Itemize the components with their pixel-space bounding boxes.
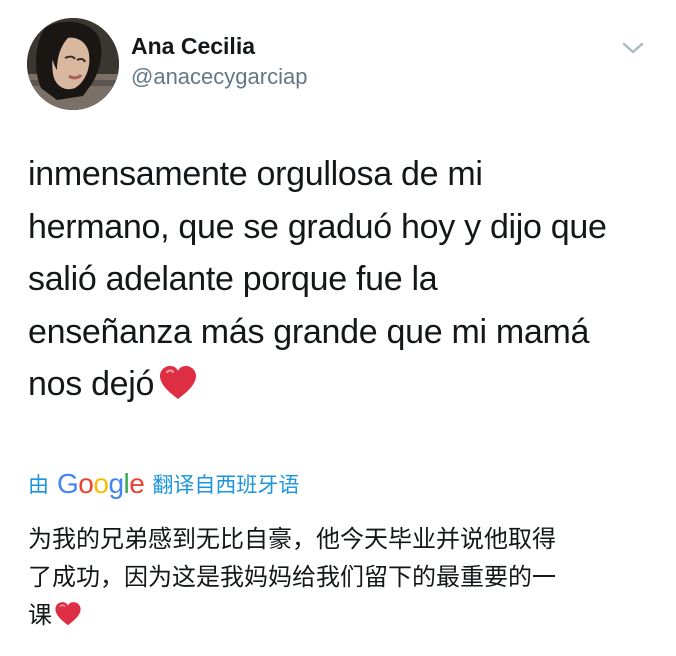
google-letter: o bbox=[93, 468, 109, 499]
avatar[interactable] bbox=[27, 18, 119, 110]
translated-text-fragment: 课 bbox=[28, 601, 52, 629]
user-handle[interactable]: @anacecygarciap bbox=[131, 63, 307, 91]
user-info: Ana Cecilia @anacecygarciap bbox=[131, 32, 307, 91]
tweet-options-button[interactable] bbox=[620, 38, 646, 58]
tweet-text-line-last: nos dejó bbox=[28, 358, 658, 417]
tweet-text: inmensamente orgullosa de mi hermano, qu… bbox=[28, 148, 658, 417]
google-letter: o bbox=[78, 468, 94, 499]
google-logo: Google bbox=[57, 468, 145, 500]
display-name[interactable]: Ana Cecilia bbox=[131, 32, 307, 60]
tweet-text-line: salió adelante porque fue la bbox=[28, 260, 438, 298]
translated-from-label: 翻译自西班牙语 bbox=[152, 473, 300, 497]
tweet-text-fragment: nos dejó bbox=[28, 365, 155, 403]
translate-attribution-link[interactable]: 由 Google 翻译自西班牙语 bbox=[28, 468, 299, 500]
translated-text: 为我的兄弟感到无比自豪，他今天毕业并说他取得 了成功，因为这是我妈妈给我们留下的… bbox=[28, 520, 653, 638]
chevron-down-icon bbox=[622, 42, 644, 54]
tweet-card: Ana Cecilia @anacecygarciap inmensamente… bbox=[0, 0, 676, 656]
translated-by-label: 由 bbox=[28, 473, 49, 497]
google-letter: g bbox=[108, 468, 124, 499]
tweet-text-line: inmensamente orgullosa de mi bbox=[28, 155, 483, 193]
translated-text-line: 了成功，因为这是我妈妈给我们留下的最重要的一 bbox=[28, 563, 556, 591]
red-heart-icon bbox=[158, 364, 198, 417]
google-letter: e bbox=[129, 468, 145, 499]
red-heart-icon bbox=[54, 600, 82, 638]
tweet-text-line: enseñanza más grande que mi mamá bbox=[28, 312, 590, 351]
translated-text-line: 为我的兄弟感到无比自豪，他今天毕业并说他取得 bbox=[28, 525, 556, 553]
translated-text-line-last: 课 bbox=[28, 596, 653, 638]
google-letter: G bbox=[57, 468, 79, 499]
tweet-text-line: hermano, que se graduó hoy y dijo que bbox=[28, 207, 607, 246]
profile-photo-icon bbox=[27, 18, 119, 110]
